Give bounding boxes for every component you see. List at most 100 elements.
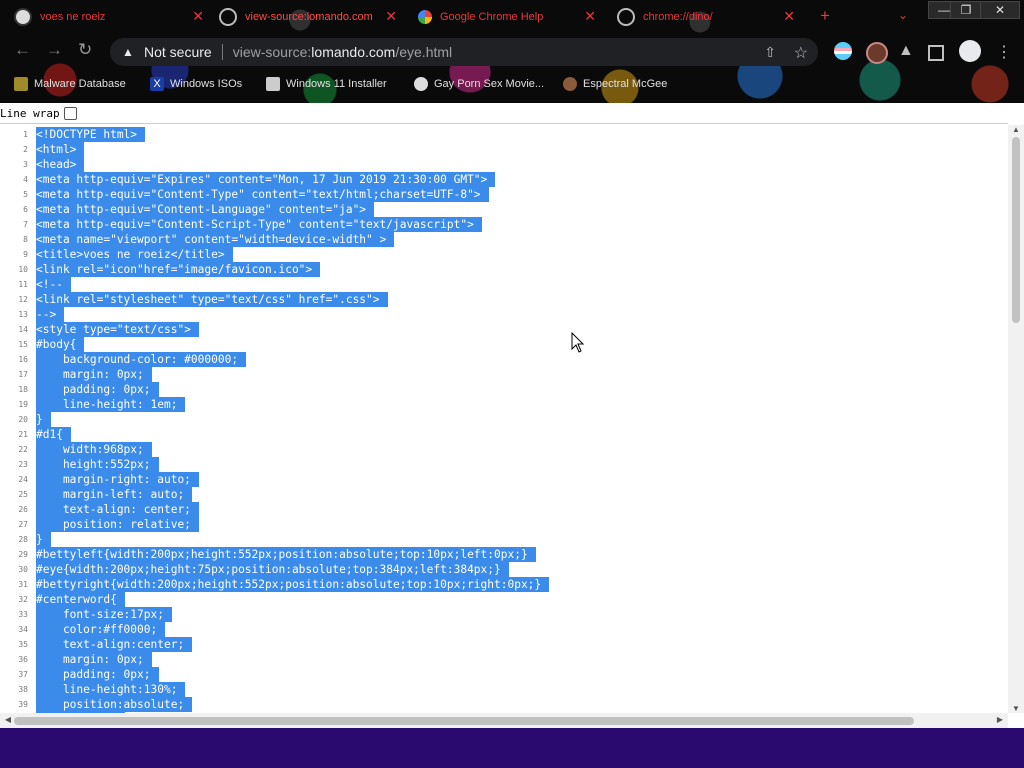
tab-close-icon[interactable]: ✕ [783, 9, 795, 23]
line-code: #body{ [36, 337, 85, 352]
line-number: 26 [18, 505, 28, 514]
source-line: 24 margin-right: auto; [0, 472, 199, 487]
source-line: 30 #eye{width:200px;height:75px;position:… [0, 562, 509, 577]
bookmark-site[interactable]: Gay Porn Sex Movie... [414, 74, 544, 94]
url-text[interactable]: view-source:lomando.com/eye.html [233, 44, 452, 60]
line-number: 10 [18, 265, 28, 274]
bookmark-malware-database[interactable]: Malware Database [14, 74, 126, 94]
line-number: 27 [18, 520, 28, 529]
line-number: 18 [18, 385, 28, 394]
line-code: <html> [36, 142, 85, 157]
line-code: <!-- [36, 277, 71, 292]
line-number: 7 [23, 220, 28, 229]
line-wrap-label: Line wrap [0, 106, 60, 120]
close-window-button[interactable]: ✕ [980, 1, 1020, 19]
line-code: <head> [36, 157, 85, 172]
extensions-puzzle-icon[interactable]: ▲ [898, 42, 916, 60]
tab-chrome-dino[interactable]: chrome://dino/ ✕ [617, 4, 795, 30]
tab-label: chrome://dino/ [643, 11, 713, 23]
tab-search-button[interactable]: ⌄ [898, 8, 908, 22]
source-line: 31 #bettyright{width:200px;height:552px;p… [0, 577, 550, 592]
source-line: 21 #d1{ [0, 427, 71, 442]
line-code: <link rel="stylesheet" type="text/css" h… [36, 292, 388, 307]
source-line: 4 <meta http-equiv="Expires" content="Mon… [0, 172, 496, 187]
source-line: 26 text-align: center; [0, 502, 199, 517]
share-icon[interactable]: ⇧ [764, 44, 776, 61]
tab-close-icon[interactable]: ✕ [385, 9, 397, 23]
new-tab-button[interactable]: + [820, 7, 830, 24]
line-code: } [36, 532, 51, 547]
line-code: <style type="text/css"> [36, 322, 199, 337]
line-number: 24 [18, 475, 28, 484]
restore-button[interactable]: ❐ [950, 1, 982, 19]
globe-icon [219, 8, 237, 26]
line-code: font-size:17px; [36, 607, 172, 622]
url-host: lomando.com [311, 44, 396, 60]
vertical-scrollbar[interactable]: ▲ ▼ [1008, 125, 1024, 713]
avatar-icon [563, 77, 577, 91]
line-number: 30 [18, 565, 28, 574]
profile-avatar-icon[interactable] [959, 40, 981, 62]
vertical-scroll-thumb[interactable] [1012, 137, 1020, 323]
line-number: 1 [23, 130, 28, 139]
bookmark-star-icon[interactable]: ☆ [794, 43, 808, 63]
line-number: 13 [18, 310, 28, 319]
line-number: 32 [18, 595, 28, 604]
side-panel-icon[interactable] [928, 45, 944, 61]
extension-flag-icon[interactable] [834, 42, 852, 60]
extension-avatar-icon[interactable] [866, 42, 888, 64]
tab-label: voes ne roeiz [40, 11, 106, 23]
source-line: 16 background-color: #000000; [0, 352, 247, 367]
view-source-page: Line wrap 1 <!DOCTYPE html> 2 <html> 3 <head>… [0, 103, 1024, 728]
source-line: 27 position: relative; [0, 517, 199, 532]
tab-close-icon[interactable]: ✕ [584, 9, 596, 23]
reload-button[interactable]: ↻ [78, 40, 92, 60]
source-line: 7 <meta http-equiv="Content-Script-Type" … [0, 217, 482, 232]
line-wrap-checkbox[interactable] [63, 106, 77, 120]
line-number: 4 [23, 175, 28, 184]
scroll-down-arrow-icon[interactable]: ▼ [1008, 704, 1024, 713]
source-line: 36 margin: 0px; [0, 652, 152, 667]
source-line: 32 #centerword{ [0, 592, 125, 607]
address-bar[interactable]: ▲ Not secure view-source:lomando.com/eye… [110, 38, 818, 66]
security-chip[interactable]: Not secure [144, 44, 212, 60]
bookmark-label: Windows ISOs [170, 78, 243, 90]
source-line: 13 --> [0, 307, 65, 322]
line-number: 16 [18, 355, 28, 364]
line-number: 39 [18, 700, 28, 709]
tab-view-source[interactable]: view-source:lomando.com ✕ [219, 4, 397, 30]
line-number: 5 [23, 190, 28, 199]
line-code: margin: 0px; [36, 367, 152, 382]
taskbar [0, 728, 1024, 768]
tab-voes-ne-roeiz[interactable]: voes ne roeiz ✕ [14, 4, 204, 30]
source-line: 29 #bettyleft{width:200px;height:552px;po… [0, 547, 536, 562]
line-code: <meta http-equiv="Content-Type" content=… [36, 187, 489, 202]
google-icon [418, 10, 432, 24]
bookmark-windows-11-installer[interactable]: Windows 11 Installer [266, 74, 387, 94]
bookmark-label: Malware Database [34, 78, 126, 90]
tab-google-chrome-help[interactable]: Google Chrome Help ✕ [418, 4, 596, 30]
back-button[interactable]: ← [14, 40, 31, 60]
mouse-pointer-icon [571, 332, 585, 353]
horizontal-scrollbar[interactable]: ◀ ▶ [0, 713, 1008, 728]
horizontal-scroll-thumb[interactable] [14, 717, 914, 725]
line-code: padding: 0px; [36, 382, 159, 397]
line-number: 9 [23, 250, 28, 259]
menu-kebab-icon[interactable]: ⋮ [996, 42, 1014, 61]
bookmark-windows-isos[interactable]: X Windows ISOs [150, 74, 242, 94]
forward-button[interactable]: → [46, 40, 63, 60]
line-number: 34 [18, 625, 28, 634]
warning-icon[interactable]: ▲ [122, 45, 136, 59]
scroll-right-arrow-icon[interactable]: ▶ [992, 715, 1008, 724]
line-code: } [36, 412, 51, 427]
source-line: 11 <!-- [0, 277, 71, 292]
line-wrap-control[interactable]: Line wrap [0, 105, 77, 121]
tab-close-icon[interactable]: ✕ [192, 9, 204, 23]
bookmark-label: Gay Porn Sex Movie... [434, 78, 545, 90]
source-line: 34 color:#ff0000; [0, 622, 166, 637]
scroll-up-arrow-icon[interactable]: ▲ [1008, 125, 1024, 134]
url-path: /eye.html [395, 44, 453, 60]
line-code: color:#ff0000; [36, 622, 166, 637]
line-number: 15 [18, 340, 28, 349]
bookmark-espectral-mcgee[interactable]: Espectral McGee [563, 74, 667, 94]
